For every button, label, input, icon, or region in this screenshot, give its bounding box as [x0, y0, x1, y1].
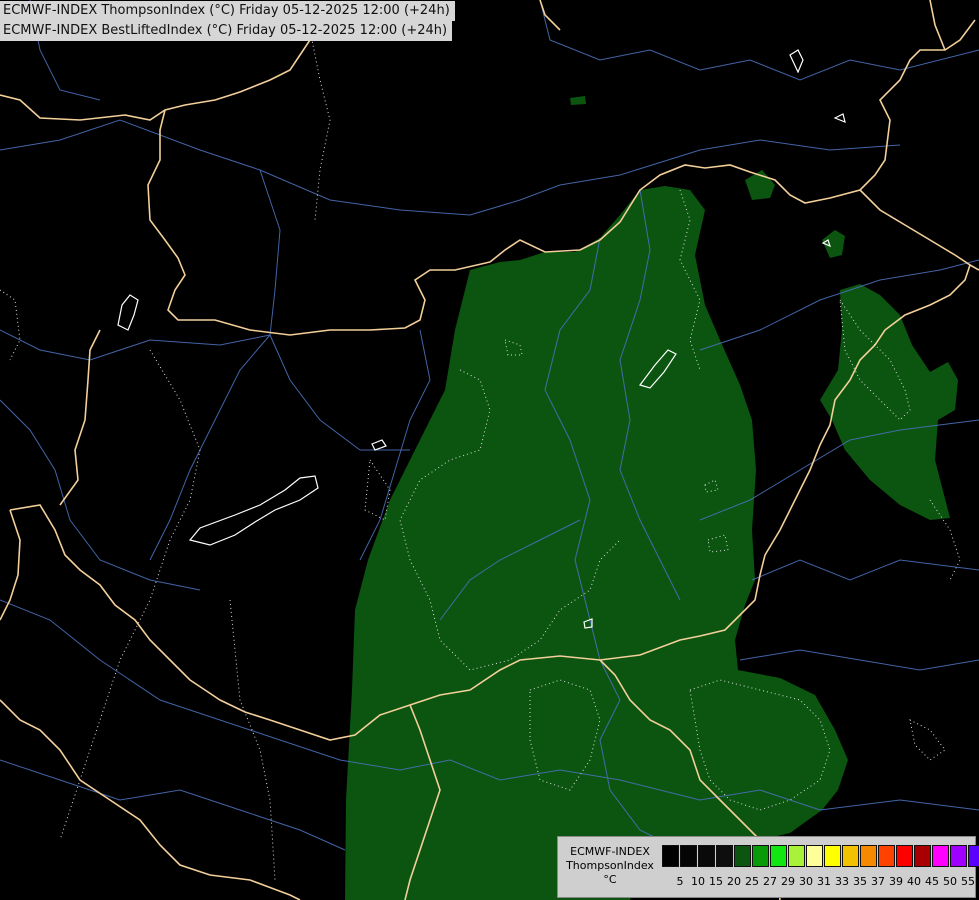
legend-swatch	[878, 845, 895, 867]
legend-tick-label: 33	[835, 875, 849, 888]
legend-swatch	[860, 845, 877, 867]
weather-map	[0, 0, 979, 900]
legend-title-index: ThompsonIndex	[566, 859, 654, 872]
legend-swatch	[950, 845, 967, 867]
legend-swatch	[824, 845, 841, 867]
legend-tick-label: 45	[925, 875, 939, 888]
legend-swatch	[896, 845, 913, 867]
legend-swatch	[680, 845, 697, 867]
legend-swatch	[770, 845, 787, 867]
legend-tick-label: 39	[889, 875, 903, 888]
legend-tick-label: 35	[853, 875, 867, 888]
legend-tick-label: 31	[817, 875, 831, 888]
legend-tick-label: 30	[799, 875, 813, 888]
legend-swatch	[806, 845, 823, 867]
legend-tick-label: 50	[943, 875, 957, 888]
legend-swatch	[932, 845, 949, 867]
legend-tick-label: 55	[961, 875, 975, 888]
legend-swatch	[788, 845, 805, 867]
legend-tick-label: 25	[745, 875, 759, 888]
color-legend: ECMWF-INDEX ThompsonIndex °C 5 10 15 20 25 27…	[557, 836, 979, 898]
legend-ticks: 51015202527293031333537394045505560	[662, 875, 979, 889]
legend-swatch	[842, 845, 859, 867]
legend-swatch	[662, 845, 679, 867]
legend-swatch	[716, 845, 733, 867]
legend-tick-label: 15	[709, 875, 723, 888]
legend-swatch	[752, 845, 769, 867]
legend-swatch	[968, 845, 979, 867]
legend-swatch	[914, 845, 931, 867]
legend-tick-label: 10	[691, 875, 705, 888]
legend-tick-label: 27	[763, 875, 777, 888]
legend-tick-label: 37	[871, 875, 885, 888]
legend-tick-label: 5	[676, 875, 684, 888]
map-title-thompson-index: ECMWF-INDEX ThompsonIndex (°C) Friday 05…	[0, 1, 455, 21]
legend-swatches	[662, 845, 979, 867]
legend-tick-label: 20	[727, 875, 741, 888]
legend-title-model: ECMWF-INDEX	[570, 845, 650, 858]
legend-swatch	[734, 845, 751, 867]
map-title-best-lifted-index: ECMWF-INDEX BestLiftedIndex (°C) Friday …	[0, 21, 453, 41]
legend-tick-label: 29	[781, 875, 795, 888]
legend-tick-label: 40	[907, 875, 921, 888]
legend-tick-spacer	[662, 875, 671, 889]
legend-swatch	[698, 845, 715, 867]
legend-title: ECMWF-INDEX ThompsonIndex °C	[561, 845, 659, 887]
legend-title-unit: °C	[603, 873, 617, 886]
